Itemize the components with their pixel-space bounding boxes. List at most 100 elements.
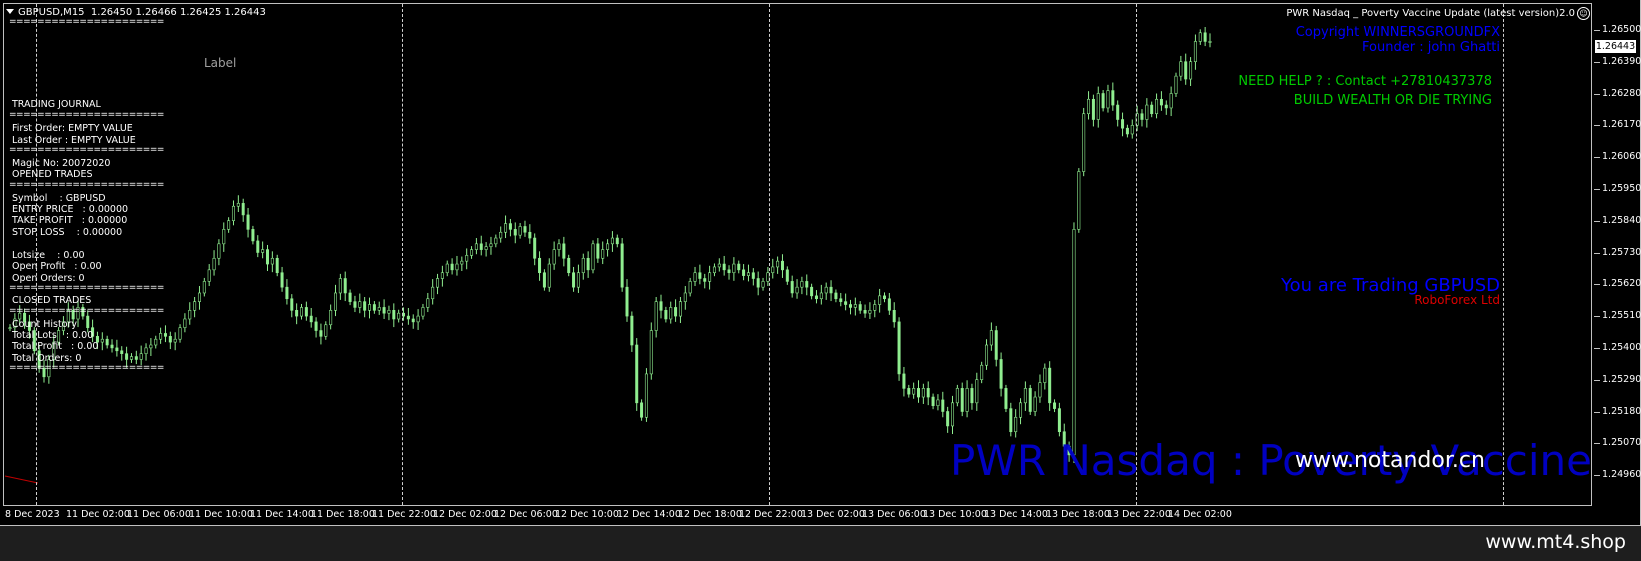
candle xyxy=(489,236,493,255)
candle xyxy=(528,224,532,244)
candle xyxy=(251,225,255,245)
candle xyxy=(785,266,789,285)
chart-window[interactable]: GBPUSD,M15 1.26450 1.26466 1.26425 1.264… xyxy=(0,0,1641,526)
candle xyxy=(771,258,775,279)
candle xyxy=(1038,374,1042,403)
candle xyxy=(377,301,381,315)
candle xyxy=(669,301,673,324)
candle xyxy=(824,282,828,300)
candle xyxy=(193,297,197,318)
candle xyxy=(810,283,814,300)
candle xyxy=(159,327,163,344)
journal-separator: ====================== xyxy=(9,306,164,316)
candle xyxy=(644,368,648,422)
candle xyxy=(105,335,109,349)
candle xyxy=(761,277,765,291)
candle xyxy=(299,303,303,320)
candle xyxy=(1009,402,1013,437)
candle xyxy=(717,258,721,272)
candle xyxy=(227,217,231,233)
motto-label: BUILD WEALTH OR DIE TRYING xyxy=(1293,93,1492,108)
candle xyxy=(1048,361,1052,411)
candle xyxy=(246,207,250,238)
price-tick xyxy=(1594,475,1600,477)
period-separator xyxy=(402,4,403,505)
price-tick xyxy=(1594,220,1600,222)
price-tick xyxy=(1594,252,1600,254)
candle xyxy=(533,233,537,266)
candle xyxy=(674,299,678,322)
candle xyxy=(8,324,12,332)
candle xyxy=(897,317,901,381)
candle xyxy=(1004,384,1008,413)
candle xyxy=(1023,381,1027,411)
open-profit: Open Profit : 0.00 xyxy=(12,261,102,272)
candle xyxy=(1057,402,1061,437)
total-profit: Total Profit : 0.00 xyxy=(12,341,99,352)
candle xyxy=(188,302,192,325)
price-label: 1.26060 xyxy=(1602,151,1641,163)
broker-label: RoboForex Ltd xyxy=(1414,293,1500,307)
candle xyxy=(844,293,848,311)
price-axis[interactable]: 1.26500 1.26390 1.26280 1.26170 1.26060 1.259… xyxy=(1594,3,1641,506)
candle xyxy=(1145,98,1149,128)
time-label: 13 Dec 22:00 xyxy=(1107,509,1171,520)
candle xyxy=(776,256,780,274)
candle xyxy=(1184,53,1188,85)
candle xyxy=(421,303,425,320)
candle xyxy=(470,246,474,259)
candle xyxy=(780,254,784,278)
candle xyxy=(926,381,930,406)
price-tick xyxy=(1594,443,1600,445)
candle xyxy=(207,264,211,287)
journal-separator: ====================== xyxy=(9,363,164,373)
candle xyxy=(921,383,925,404)
candle xyxy=(1174,72,1178,97)
expert-advisor-name[interactable]: PWR Nasdaq _ Poverty Vaccine Update (lat… xyxy=(1286,8,1575,19)
candle xyxy=(445,260,449,277)
candle xyxy=(236,195,240,213)
candle xyxy=(936,394,940,411)
candle xyxy=(868,302,872,319)
candle xyxy=(484,242,488,257)
candle xyxy=(790,275,794,298)
candle xyxy=(985,339,989,370)
smiley-icon[interactable]: ☺ xyxy=(1577,7,1590,20)
candle xyxy=(1072,222,1076,463)
journal-separator: ====================== xyxy=(9,17,164,27)
dropdown-triangle-icon[interactable] xyxy=(6,9,14,14)
candle xyxy=(1116,100,1120,127)
price-label: 1.25400 xyxy=(1602,342,1641,353)
url-overlay: www.notandor.cn xyxy=(1295,448,1485,473)
price-tick xyxy=(1594,348,1600,349)
current-price-marker: 1.26443 xyxy=(1595,40,1636,53)
candle xyxy=(1082,107,1086,177)
candle xyxy=(440,265,444,287)
candle xyxy=(149,338,153,356)
price-label: 1.25070 xyxy=(1602,437,1641,449)
candle xyxy=(999,352,1003,397)
candle xyxy=(567,254,571,277)
time-label: 12 Dec 06:00 xyxy=(494,509,558,520)
candle xyxy=(129,353,133,363)
candle xyxy=(173,332,177,351)
candle xyxy=(202,277,206,297)
time-label: 11 Dec 02:00 xyxy=(66,509,130,520)
candle xyxy=(1159,91,1163,111)
candle xyxy=(917,380,921,403)
candle xyxy=(712,263,716,277)
journal-separator: ====================== xyxy=(9,145,164,155)
time-axis[interactable]: 8 Dec 2023 11 Dec 02:00 11 Dec 06:00 11 Dec… xyxy=(0,506,1594,526)
candle xyxy=(295,303,299,325)
time-label: 13 Dec 02:00 xyxy=(801,509,865,520)
candle xyxy=(100,332,104,351)
candle xyxy=(324,321,328,340)
candle xyxy=(499,226,503,243)
candle xyxy=(538,251,542,281)
period-separator xyxy=(769,4,770,505)
candle xyxy=(994,325,998,367)
candle xyxy=(819,284,823,305)
candle xyxy=(829,280,833,302)
trend-line[interactable] xyxy=(4,475,39,484)
journal-separator: ====================== xyxy=(9,110,164,120)
